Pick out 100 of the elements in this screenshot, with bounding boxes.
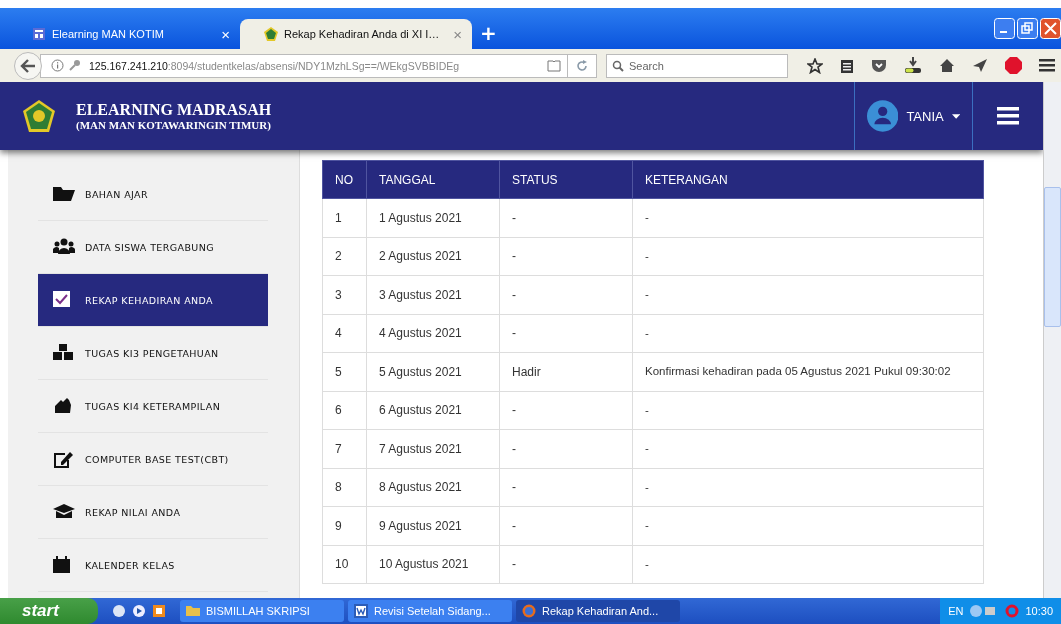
close-tab-button[interactable]: × <box>221 25 230 43</box>
table-cell: 2 Agustus 2021 <box>366 237 500 276</box>
table-cell: 3 <box>322 275 367 314</box>
taskbar-button[interactable]: BISMILLAH SKRIPSI <box>180 600 344 622</box>
table-cell: - <box>632 545 984 584</box>
table-cell: - <box>499 545 633 584</box>
table-cell: - <box>632 391 984 430</box>
column-header: STATUS <box>499 160 633 199</box>
emblem-icon <box>264 27 278 41</box>
table-cell: 7 Agustus 2021 <box>366 429 500 468</box>
table-cell: - <box>499 506 633 545</box>
emblem-logo <box>22 99 56 133</box>
menu-icon[interactable] <box>997 107 1019 125</box>
table-cell: - <box>499 429 633 468</box>
sidebar-item[interactable]: TUGAS KI3 PENGETAHUAN <box>38 327 268 380</box>
table-cell: - <box>499 391 633 430</box>
table-cell: - <box>632 468 984 507</box>
site-subtitle: (MAN MAN KOTAWARINGIN TIMUR) <box>76 119 272 131</box>
folder-icon <box>186 604 200 618</box>
table-cell: Hadir <box>499 352 633 391</box>
table-cell: - <box>632 429 984 468</box>
folder-icon <box>53 185 75 203</box>
globe-icon <box>522 604 536 618</box>
sidebar-item[interactable]: KALENDER KELAS <box>38 539 268 592</box>
table-cell: 4 <box>322 314 367 353</box>
table-cell: - <box>499 275 633 314</box>
info-icon <box>51 59 64 72</box>
user-avatar-icon <box>867 99 899 133</box>
table-cell: - <box>632 314 984 353</box>
table-cell: 1 Agustus 2021 <box>366 198 500 237</box>
table-cell: 5 <box>322 352 367 391</box>
sidebar-item[interactable]: REKAP NILAI ANDA <box>38 486 268 539</box>
media-player-icon[interactable] <box>132 604 146 618</box>
key-icon <box>68 59 81 72</box>
back-button[interactable] <box>14 51 42 80</box>
sidebar-item[interactable]: TUGAS KI4 KETERAMPILAN <box>38 380 268 433</box>
browser-tab[interactable]: Elearning MAN KOTIM × <box>8 19 240 49</box>
clock: 10:30 <box>1025 605 1053 617</box>
table-cell: Konfirmasi kehadiran pada 05 Agustus 2021 Pukul 09:30:02 <box>632 352 984 391</box>
browser-tab[interactable]: Rekap Kehadiran Anda di XI I… × <box>240 19 472 49</box>
sidebar-item[interactable]: BAHAN AJAR <box>38 168 268 221</box>
table-cell: 5 Agustus 2021 <box>366 352 500 391</box>
star-icon[interactable] <box>807 57 823 74</box>
office-icon[interactable] <box>152 604 166 618</box>
table-cell: - <box>499 314 633 353</box>
table-cell: - <box>499 198 633 237</box>
edit-icon <box>53 450 75 468</box>
column-header: KETERANGAN <box>632 160 984 199</box>
table-cell: 2 <box>322 237 367 276</box>
caret-icon[interactable] <box>951 113 960 119</box>
table-cell: 6 Agustus 2021 <box>366 391 500 430</box>
table-cell: 10 <box>322 545 367 584</box>
pocket-icon[interactable] <box>871 58 887 73</box>
page-icon <box>32 27 46 41</box>
table-cell: 8 <box>322 468 367 507</box>
close-button[interactable] <box>1040 18 1061 39</box>
url-text: 125.167.241.210:8094/studentkelas/absensi/NDY1MzhLSg==/WEkgSVBBIDEg <box>89 59 460 72</box>
tab-title: Elearning MAN KOTIM <box>52 28 165 40</box>
home-icon[interactable] <box>939 58 955 73</box>
table-cell: 1 <box>322 198 367 237</box>
table-cell: - <box>632 237 984 276</box>
document-icon <box>354 604 368 618</box>
sidebar-item[interactable]: REKAP KEHADIRAN ANDA <box>38 274 268 327</box>
reader-view-icon[interactable] <box>547 59 561 72</box>
boxes-icon <box>53 344 75 362</box>
tab-title: Rekap Kehadiran Anda di XI I… <box>284 28 441 40</box>
table-cell: 3 Agustus 2021 <box>366 275 500 314</box>
taskbar-button[interactable]: Rekap Kehadiran And... <box>516 600 680 622</box>
address-bar[interactable]: 125.167.241.210:8094/studentkelas/absensi/NDY1MzhLSg==/WEkgSVBBIDEg <box>40 53 568 78</box>
table-cell: - <box>499 237 633 276</box>
clipboard-icon[interactable] <box>840 57 854 74</box>
search-field[interactable]: Search <box>606 53 788 78</box>
table-cell: 4 Agustus 2021 <box>366 314 500 353</box>
table-cell: 6 <box>322 391 367 430</box>
scrollbar[interactable] <box>1043 82 1061 598</box>
user-menu[interactable]: TANIA <box>906 108 944 124</box>
column-header: NO <box>322 160 367 199</box>
table-cell: 9 Agustus 2021 <box>366 506 500 545</box>
group-icon <box>53 238 75 256</box>
reload-button[interactable] <box>567 53 597 78</box>
restore-button[interactable] <box>1017 18 1038 39</box>
table-cell: 7 <box>322 429 367 468</box>
menu-icon[interactable] <box>1039 59 1055 72</box>
table-cell: 10 Agustus 2021 <box>366 545 500 584</box>
table-cell: - <box>499 468 633 507</box>
table-cell: 8 Agustus 2021 <box>366 468 500 507</box>
table-cell: 9 <box>322 506 367 545</box>
table-cell: - <box>632 275 984 314</box>
new-tab-button[interactable]: + <box>480 21 497 45</box>
column-header: TANGGAL <box>366 160 500 199</box>
graduation-cap-icon <box>53 503 75 521</box>
paper-plane-icon[interactable] <box>972 58 988 73</box>
sidebar-item[interactable]: COMPUTER BASE TEST(CBT) <box>38 433 268 486</box>
taskbar-button[interactable]: Revisi Setelah Sidang... <box>348 600 512 622</box>
minimize-button[interactable] <box>994 18 1015 39</box>
download-icon[interactable] <box>904 57 922 74</box>
start-button[interactable]: start <box>0 598 98 624</box>
table-cell: - <box>632 506 984 545</box>
site-title: ELEARNING MADRASAH <box>76 101 272 119</box>
table-cell: - <box>632 198 984 237</box>
